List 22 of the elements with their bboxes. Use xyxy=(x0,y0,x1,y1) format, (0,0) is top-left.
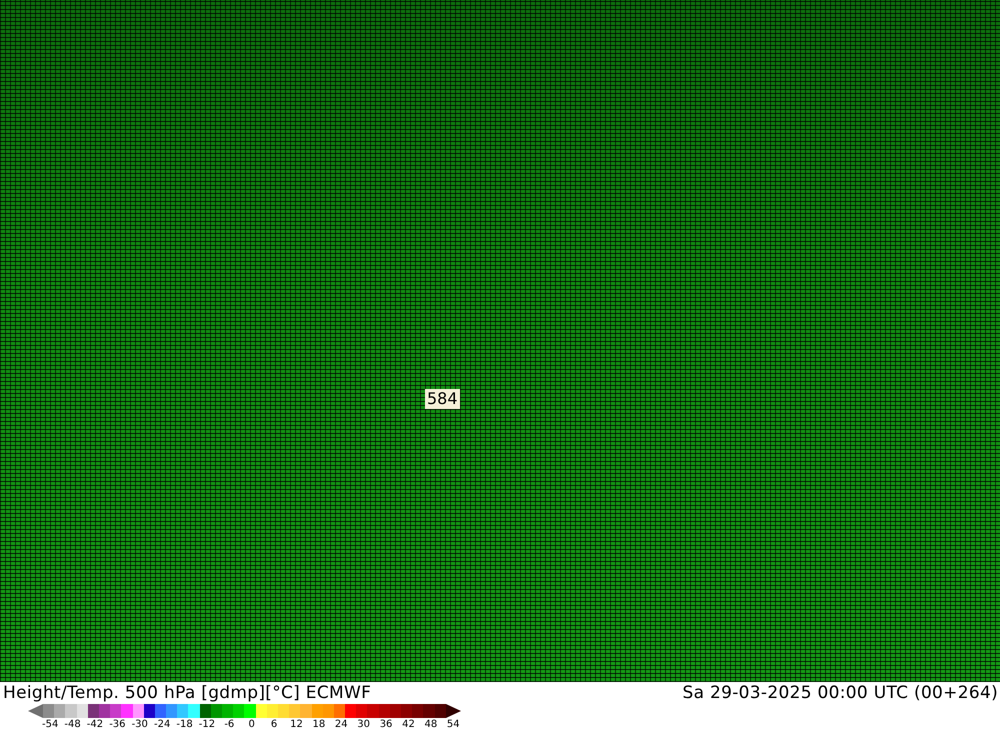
tick-label: -24 xyxy=(152,718,172,732)
tick-label: 6 xyxy=(270,718,278,732)
tick-label: 0 xyxy=(248,718,256,732)
tick-label: 12 xyxy=(289,718,304,732)
tick-label: 30 xyxy=(356,718,372,732)
tick-label: -18 xyxy=(175,718,194,732)
tick-label: -42 xyxy=(86,718,104,732)
tick-label: -30 xyxy=(130,718,149,732)
tick-label: 18 xyxy=(312,718,326,732)
contour-label: 584 xyxy=(425,389,460,409)
map-title: Height/Temp. 500 hPa [gdmp][°C] ECMWF xyxy=(3,683,372,703)
tick-label: 54 xyxy=(446,718,461,732)
tick-label: 36 xyxy=(378,718,394,732)
tick-label: -12 xyxy=(198,718,216,732)
tick-label: 42 xyxy=(401,718,416,732)
tick-label: 48 xyxy=(423,718,438,732)
tick-label: -48 xyxy=(63,718,82,732)
tick-label: -6 xyxy=(223,718,236,732)
valid-time: Sa 29-03-2025 00:00 UTC (00+264) xyxy=(682,683,998,703)
tick-label: 24 xyxy=(334,718,349,732)
tick-label: -36 xyxy=(108,718,127,732)
tick-label: -54 xyxy=(41,718,60,732)
